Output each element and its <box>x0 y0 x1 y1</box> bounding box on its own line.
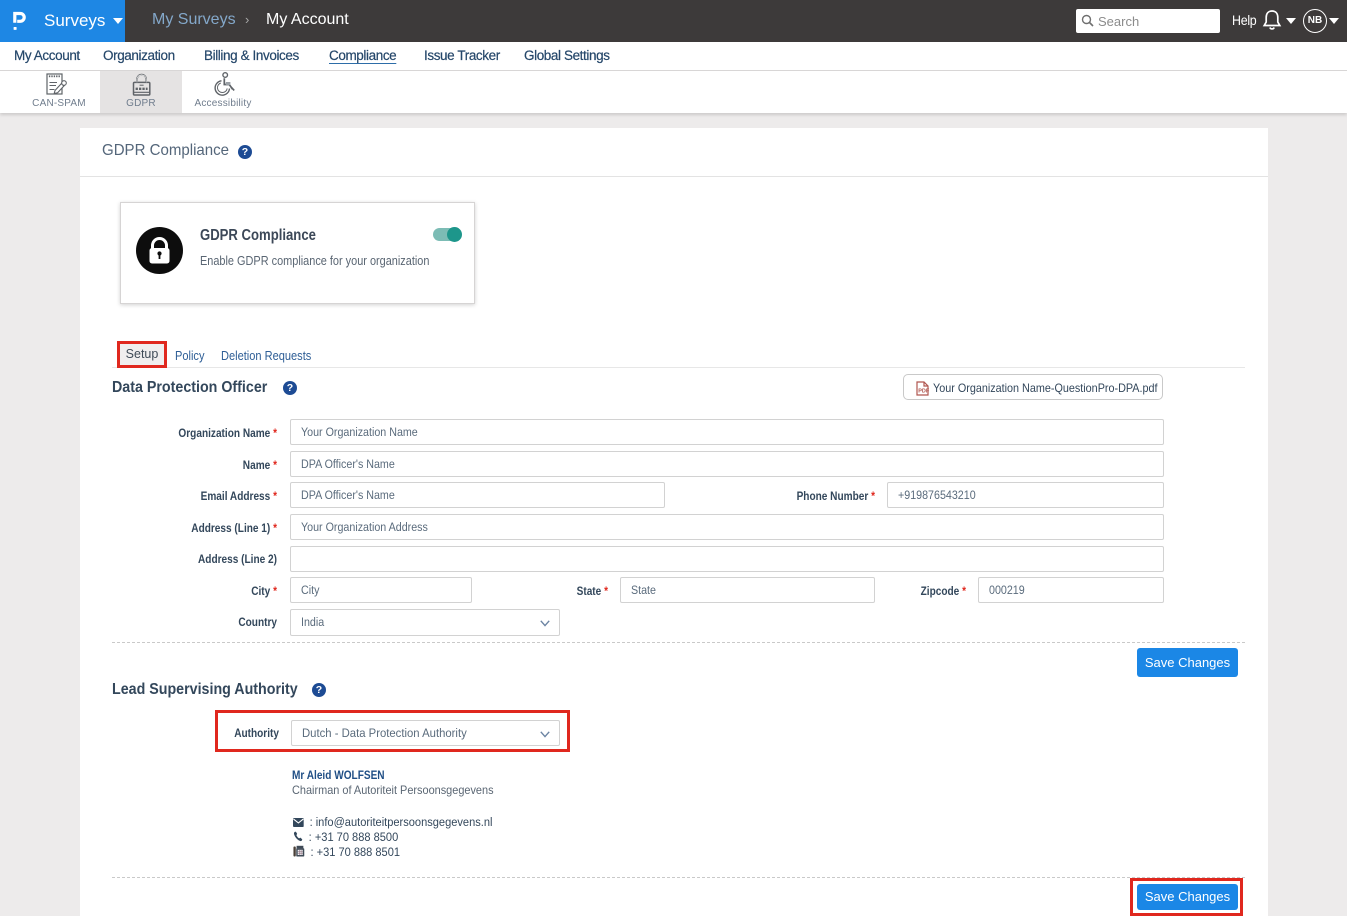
svg-text:PDF: PDF <box>918 389 929 395</box>
